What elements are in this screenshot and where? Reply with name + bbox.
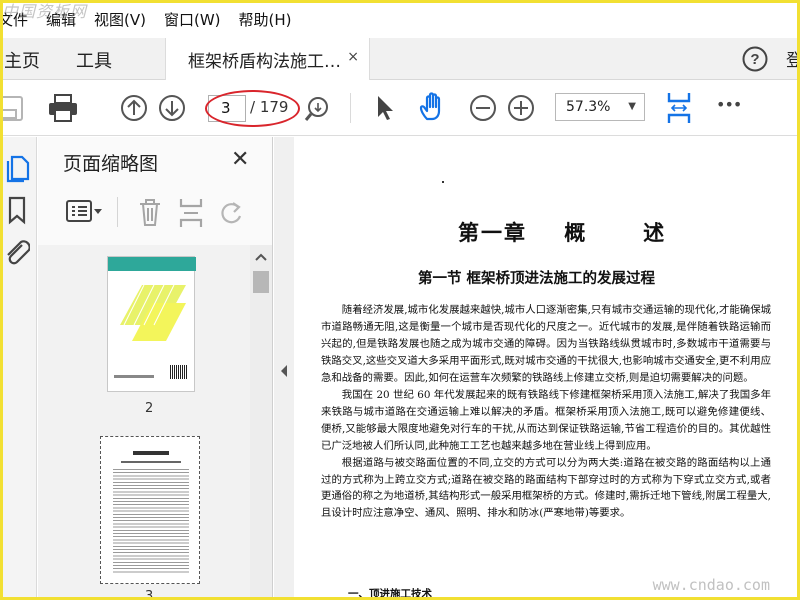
panel-close-button[interactable]: ✕ — [231, 147, 249, 172]
panel-divider — [117, 197, 118, 227]
delete-page-icon[interactable] — [137, 197, 163, 227]
paragraph: 随着经济发展,城市化发展越来越快,城市人口逐渐密集,只有城市交通运输的现代化,才… — [321, 304, 771, 384]
more-tools-icon[interactable]: ••• — [716, 95, 742, 114]
tab-edge-text[interactable]: 登 — [786, 46, 800, 71]
thumbnail-page-3-content — [107, 441, 195, 579]
subsection-heading: 一、顶进施工技术 — [348, 588, 432, 600]
left-nav-rail — [0, 137, 37, 600]
zoom-out-icon[interactable] — [469, 94, 497, 122]
chapter-title: 第一章 概 述 — [458, 221, 667, 245]
save-icon[interactable] — [0, 94, 26, 122]
insert-page-icon[interactable] — [178, 197, 204, 229]
watermark-bottom: www.cndao.com — [652, 576, 770, 594]
tab-close-button[interactable]: × — [347, 49, 359, 65]
zoom-magnifier-icon[interactable] — [303, 95, 331, 123]
thumbnail-options-icon[interactable] — [66, 199, 104, 225]
page-mark — [442, 181, 444, 183]
collapse-arrow-icon[interactable] — [280, 365, 288, 377]
next-page-icon[interactable] — [158, 94, 186, 122]
thumbnail-list[interactable]: 2 3 — [38, 245, 250, 600]
select-cursor-icon[interactable] — [374, 94, 396, 122]
paragraph: 我国在 20 世纪 60 年代发展起来的既有铁路线下修建框架桥采用顶入法施工,解… — [321, 388, 771, 452]
document-view[interactable]: 第一章 概 述 第一节 框架桥顶进法施工的发展过程 随着经济发展,城市化发展越来… — [294, 137, 800, 600]
toolbar: 3 / 179 57.3% ▼ ••• — [0, 81, 800, 136]
thumbnail-page-3-selected[interactable] — [100, 436, 200, 584]
tab-document-label: 框架桥盾构法施工… — [188, 51, 341, 72]
document-page: 第一章 概 述 第一节 框架桥顶进法施工的发展过程 随着经济发展,城市化发展越来… — [294, 137, 800, 600]
cover-text-line — [114, 375, 154, 378]
cover-graphic — [120, 284, 186, 341]
page-thumbnails-icon[interactable] — [4, 151, 30, 183]
svg-text:?: ? — [750, 51, 759, 68]
scrollbar-thumb[interactable] — [253, 271, 269, 293]
barcode — [170, 365, 188, 379]
previous-page-icon[interactable] — [120, 94, 148, 122]
tab-tools[interactable]: 工具 — [76, 47, 112, 73]
tab-bar: 主页 工具 框架桥盾构法施工… × 登 — [0, 38, 800, 80]
zoom-level-value: 57.3% — [566, 99, 611, 115]
tab-document[interactable]: 框架桥盾构法施工… × — [165, 38, 370, 80]
toolbar-divider — [350, 93, 351, 123]
bookmark-icon[interactable] — [6, 195, 28, 225]
menu-view[interactable]: 视图(V) — [94, 9, 146, 30]
thumbnail-page-number: 2 — [145, 401, 154, 416]
help-icon[interactable]: ? — [741, 45, 769, 73]
paragraph: 根据道路与被交路面位置的不同,立交的方式可以分为两大类:道路在被交路的路面结构以… — [321, 456, 771, 520]
rotate-page-icon[interactable] — [218, 199, 246, 227]
fit-page-width-icon[interactable] — [666, 91, 692, 125]
chevron-down-icon: ▼ — [628, 101, 636, 112]
panel-collapse-strip[interactable] — [274, 137, 294, 600]
section-title: 第一节 框架桥顶进法施工的发展过程 — [418, 270, 656, 287]
attachment-icon[interactable] — [4, 237, 30, 269]
panel-title: 页面缩略图 — [63, 153, 159, 175]
scroll-up-icon[interactable] — [255, 253, 267, 261]
zoom-in-icon[interactable] — [507, 94, 535, 122]
cover-band — [108, 257, 196, 271]
thumbnail-panel: 页面缩略图 ✕ 2 3 — [38, 137, 273, 600]
total-pages-label: / 179 — [250, 98, 289, 116]
thumbnail-page-number: 3 — [145, 589, 154, 600]
thumbnail-scrollbar[interactable] — [250, 245, 272, 600]
tab-home[interactable]: 主页 — [4, 47, 40, 73]
thumbnail-page-2[interactable] — [107, 256, 196, 392]
menu-window[interactable]: 窗口(W) — [164, 9, 221, 30]
zoom-level-select[interactable]: 57.3% ▼ — [555, 93, 645, 121]
menu-bar: 文件 编辑 视图(V) 窗口(W) 帮助(H) — [0, 0, 800, 38]
menu-help[interactable]: 帮助(H) — [239, 9, 292, 30]
hand-tool-icon[interactable] — [418, 91, 450, 123]
watermark-top: 中国资板网 — [2, 2, 88, 21]
body-text: 随着经济发展,城市化发展越来越快,城市人口逐渐密集,只有城市交通运输的现代化,才… — [321, 302, 771, 522]
current-page-input[interactable]: 3 — [208, 95, 246, 122]
print-icon[interactable] — [47, 93, 79, 123]
